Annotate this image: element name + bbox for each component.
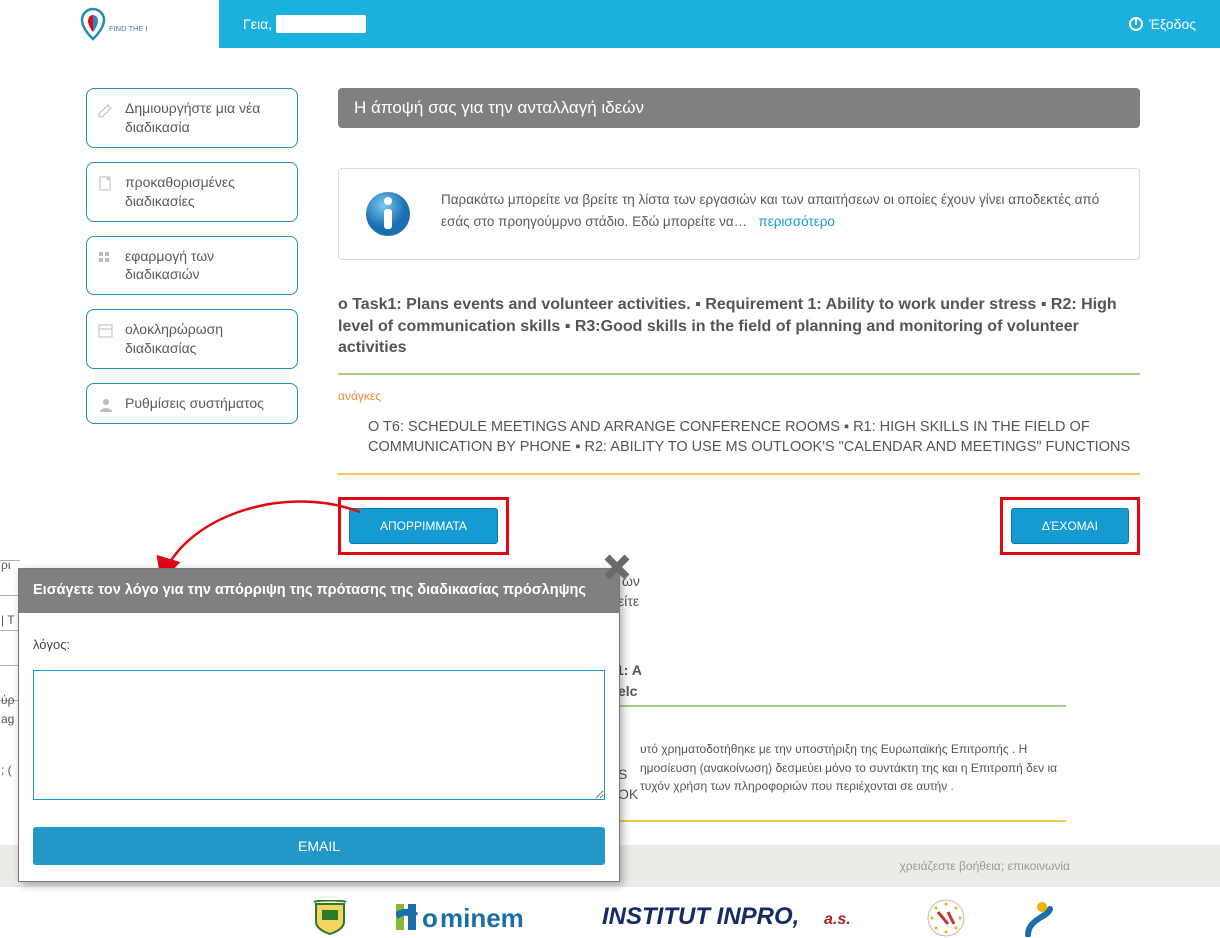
obscured-text: ύρ xyxy=(1,693,14,707)
svg-text:a.s.: a.s. xyxy=(824,911,851,928)
greeting-name-blank xyxy=(276,15,366,33)
obscured-text: ρι xyxy=(1,558,11,572)
logout-label: Έξοδος xyxy=(1149,16,1196,32)
partner-figure-icon xyxy=(1020,899,1058,937)
obscured-green-rule xyxy=(618,705,1066,707)
power-icon xyxy=(1129,17,1143,31)
main-content: Η άποψή σας για την ανταλλαγή ιδεών Παρα… xyxy=(338,88,1140,555)
obscured-text: ; ( xyxy=(1,763,12,777)
pencil-icon xyxy=(97,101,115,119)
obscured-text: είτε xyxy=(618,593,639,609)
info-box: Παρακάτω μπορείτε να βρείτε τη λίστα των… xyxy=(338,168,1140,260)
obscured-text: ag xyxy=(1,712,14,726)
reject-reason-modal: Εισάγετε τον λόγο για την απόρριψη της π… xyxy=(18,568,620,882)
sidebar-item-label: προκαθορισμένες διαδικασίες xyxy=(125,174,235,209)
svg-text:o: o xyxy=(422,903,438,933)
greeting: Γεια, xyxy=(243,15,366,33)
svg-text:minem: minem xyxy=(440,903,524,933)
needs-label: ανάγκες xyxy=(338,389,1140,403)
grid-icon xyxy=(97,249,115,267)
user-icon xyxy=(97,396,115,414)
partner-crest-icon xyxy=(310,900,350,936)
email-button[interactable]: EMAIL xyxy=(33,827,605,865)
footer-help-link[interactable]: χρειάζεστε βοήθεια; επικοινωνία xyxy=(899,859,1070,873)
accept-button[interactable]: ΔΈΧΟΜΑΙ xyxy=(1011,508,1129,544)
logout-button[interactable]: Έξοδος xyxy=(1129,16,1196,32)
page-title: Η άποψή σας για την ανταλλαγή ιδεών xyxy=(338,88,1140,128)
logo-text: FIND THE BEST xyxy=(109,24,147,33)
partner-eu-stars-icon xyxy=(918,898,974,938)
accept-button-highlight: ΔΈΧΟΜΑΙ xyxy=(1000,497,1140,555)
calendar-icon xyxy=(97,322,115,340)
obscured-left-lines xyxy=(0,560,20,735)
disclaimer-text: υτό χρηματοδοτήθηκε με την υποστήριξη τη… xyxy=(640,740,1070,796)
sidebar-item-apply-processes[interactable]: εφαρμογή των διαδικασιών xyxy=(86,236,298,296)
obscured-text: elc xyxy=(618,683,637,699)
sidebar-item-create-process[interactable]: Δημιουργήστε μια νέα διαδικασία xyxy=(86,88,298,148)
task-block: ο Task1: Plans events and volunteer acti… xyxy=(338,294,1140,475)
info-icon xyxy=(363,189,413,239)
logo[interactable]: FIND THE BEST xyxy=(0,0,219,48)
reject-button-highlight: ΑΠΟΡΡΙΜΜΑΤΑ xyxy=(338,497,509,555)
obscured-text: | T xyxy=(1,613,15,627)
page: Δημιουργήστε μια νέα διαδικασία προκαθορ… xyxy=(0,48,1220,555)
sidebar-item-predefined-processes[interactable]: προκαθορισμένες διαδικασίες xyxy=(86,162,298,222)
info-text: Παρακάτω μπορείτε να βρείτε τη λίστα των… xyxy=(441,189,1115,232)
close-icon[interactable] xyxy=(603,553,631,581)
sidebar-item-label: Ρυθμίσεις συστήματος xyxy=(125,395,264,411)
partner-hominem-logo: o minem xyxy=(396,901,556,935)
topbar-right: Γεια, Έξοδος xyxy=(219,0,1220,48)
modal-body: λόγος: EMAIL xyxy=(19,613,619,881)
reason-input[interactable] xyxy=(33,670,605,800)
action-row: ΑΠΟΡΡΙΜΜΑΤΑ ΔΈΧΟΜΑΙ xyxy=(338,497,1140,555)
sidebar: Δημιουργήστε μια νέα διαδικασία προκαθορ… xyxy=(86,88,298,555)
greeting-label: Γεια, xyxy=(243,16,272,32)
sidebar-item-system-settings[interactable]: Ρυθμίσεις συστήματος xyxy=(86,383,298,424)
document-icon xyxy=(97,175,115,193)
sidebar-item-label: Δημιουργήστε μια νέα διαδικασία xyxy=(125,100,260,135)
topbar: FIND THE BEST Γεια, Έξοδος xyxy=(0,0,1220,48)
logo-pin-icon: FIND THE BEST xyxy=(73,7,147,41)
info-more-link[interactable]: περισσότερο xyxy=(758,214,835,229)
reject-button[interactable]: ΑΠΟΡΡΙΜΜΑΤΑ xyxy=(349,508,498,544)
sidebar-item-complete-process[interactable]: ολοκληρώρωση διαδικασίας xyxy=(86,309,298,369)
partner-logos: o minem INSTITUT INPRO, a.s. xyxy=(310,898,1058,938)
needs-body: O T6: SCHEDULE MEETINGS AND ARRANGE CONF… xyxy=(338,417,1140,476)
sidebar-item-label: ολοκληρώρωση διαδικασίας xyxy=(125,321,223,356)
partner-inpro-logo: INSTITUT INPRO, a.s. xyxy=(602,900,872,936)
reason-label: λόγος: xyxy=(33,637,605,652)
svg-text:INSTITUT INPRO,: INSTITUT INPRO, xyxy=(602,903,799,930)
obscured-yellow-rule xyxy=(618,820,1066,822)
sidebar-item-label: εφαρμογή των διαδικασιών xyxy=(125,248,214,283)
modal-title: Εισάγετε τον λόγο για την απόρριψη της π… xyxy=(19,569,619,613)
task-title: ο Task1: Plans events and volunteer acti… xyxy=(338,294,1140,375)
